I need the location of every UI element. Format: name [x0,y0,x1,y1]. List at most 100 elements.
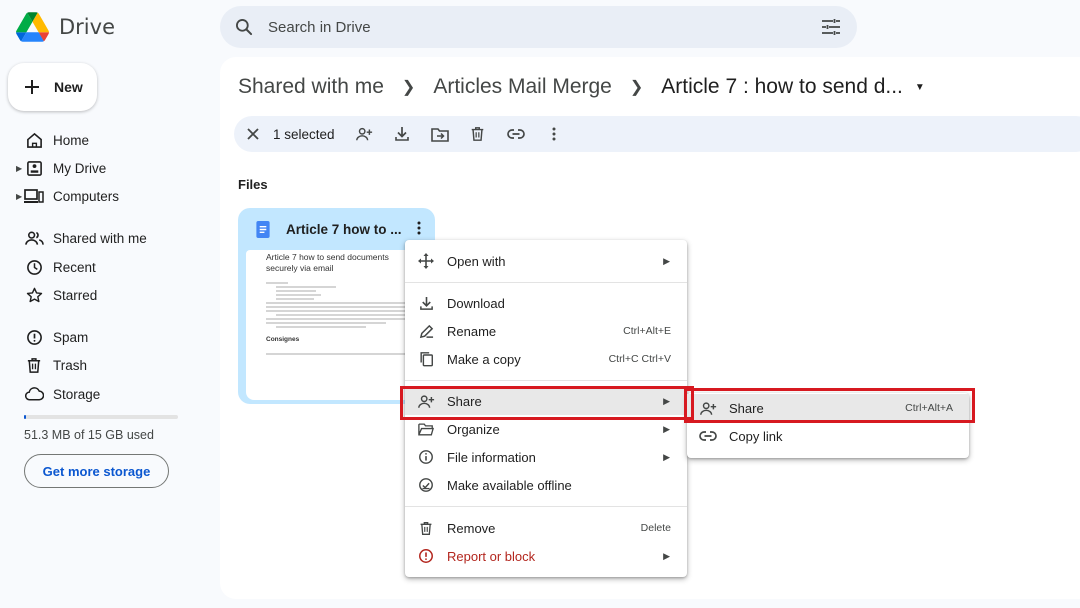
sidebar-item-storage[interactable]: Storage [16,380,100,408]
thumbnail-text-line [266,306,406,308]
sidebar-item-spam[interactable]: Spam [16,323,88,351]
breadcrumb-item[interactable]: Articles Mail Merge [433,75,612,99]
computers-icon [24,188,44,204]
sidebar-item-shared-with-me[interactable]: Shared with me [16,224,147,252]
menu-item-make-a-copy[interactable]: Make a copy Ctrl+C Ctrl+V [405,345,687,373]
chevron-right-icon: ❯ [629,79,644,96]
search-bar[interactable]: Search in Drive [220,6,857,48]
expand-arrow-icon[interactable]: ▶ [16,192,22,201]
dropdown-arrow-icon[interactable]: ▼ [915,82,925,93]
sidebar-item-label: Storage [53,386,101,402]
breadcrumb-item[interactable]: Shared with me [238,75,384,99]
sidebar-item-starred[interactable]: Starred [16,281,97,309]
sidebar-item-my-drive[interactable]: ▶ My Drive [16,154,106,182]
sidebar-item-computers[interactable]: ▶ Computers [16,182,119,210]
sidebar-item-home[interactable]: Home [16,126,89,154]
menu-item-shortcut: Delete [640,522,671,534]
submenu-arrow-icon: ▶ [663,451,670,462]
storage-usage-fill [24,415,26,419]
sidebar-item-label: Computers [53,188,120,204]
drive-logo[interactable]: Drive [16,12,115,42]
menu-item-remove[interactable]: Remove Delete [405,514,687,542]
trash-icon[interactable] [459,126,497,142]
thumbnail-text-line [266,318,414,320]
breadcrumb-current[interactable]: Article 7 : how to send d... [661,75,903,99]
cloud-icon [24,387,44,401]
spam-icon [24,329,44,346]
thumbnail-text-line [276,314,406,316]
my-drive-icon [24,160,44,177]
submenu-arrow-icon: ▶ [663,550,670,561]
menu-item-open-with[interactable]: Open with ▶ [405,247,687,275]
clock-icon [24,259,44,276]
clear-selection-icon[interactable] [246,127,260,141]
thumbnail-text-line [266,353,416,355]
storage-usage-bar [24,415,178,419]
menu-item-report-or-block[interactable]: Report or block ▶ [405,542,687,570]
sidebar-item-label: Recent [53,259,96,275]
submenu-arrow-icon: ▶ [663,423,670,434]
menu-divider [405,506,687,507]
menu-item-label: Copy link [729,428,783,444]
search-icon[interactable] [234,17,254,37]
menu-item-label: Make available offline [447,477,572,493]
folder-open-icon [416,422,436,436]
star-icon [24,287,44,304]
report-icon [416,548,436,564]
thumbnail-text-line [276,298,314,300]
menu-item-make-available-offline[interactable]: Make available offline [405,471,687,499]
download-icon [416,296,436,311]
sidebar-item-label: Starred [53,287,98,303]
menu-item-download[interactable]: Download [405,289,687,317]
search-input[interactable]: Search in Drive [268,19,371,36]
app-name: Drive [59,15,115,39]
search-options-icon[interactable] [821,18,841,36]
menu-item-label: Rename [447,323,497,339]
link-icon[interactable] [497,129,535,139]
storage-usage-text: 51.3 MB of 15 GB used [24,428,154,442]
file-more-actions-icon[interactable] [417,221,421,235]
more-vert-icon[interactable] [535,127,573,141]
sidebar-item-recent[interactable]: Recent [16,253,96,281]
menu-item-label: Make a copy [447,351,521,367]
menu-item-file-information[interactable]: File information ▶ [405,443,687,471]
thumbnail-text-line [266,322,386,324]
sidebar-item-label: My Drive [53,160,107,176]
people-icon [24,230,44,246]
sidebar-item-label: Trash [53,357,88,373]
selection-count: 1 selected [273,126,335,142]
plus-icon [24,79,40,95]
thumbnail-text-line [276,294,321,296]
new-button-label: New [54,79,83,95]
menu-item-label: Report or block [447,548,536,564]
open-with-icon [416,253,436,269]
submenu-item-copy-link[interactable]: Copy link [687,422,969,450]
menu-item-shortcut: Ctrl+C Ctrl+V [608,353,671,365]
menu-item-label: Download [447,295,505,311]
move-to-folder-icon[interactable] [421,127,459,142]
get-more-storage-button[interactable]: Get more storage [24,454,169,488]
expand-arrow-icon[interactable]: ▶ [16,164,22,173]
share-person-icon[interactable] [345,126,383,142]
menu-item-label: File information [447,449,536,465]
pencil-icon [416,324,436,339]
copy-icon [416,351,436,367]
thumbnail-text-line [266,310,411,312]
drive-logo-icon [16,12,49,42]
thumbnail-text-line [276,326,366,328]
menu-divider [405,282,687,283]
thumbnail-text-line [276,290,316,292]
menu-divider [405,380,687,381]
menu-item-rename[interactable]: Rename Ctrl+Alt+E [405,317,687,345]
annotation-highlight-submenu-share [684,388,975,423]
file-card-title: Article 7 how to ... [286,221,402,237]
home-icon [24,132,44,149]
sidebar-item-trash[interactable]: Trash [16,351,87,379]
new-button[interactable]: New [8,63,97,111]
menu-item-shortcut: Ctrl+Alt+E [623,325,671,337]
download-icon[interactable] [383,126,421,142]
link-icon [698,431,718,441]
selection-toolbar: 1 selected [234,116,1080,152]
google-docs-icon [256,220,270,238]
submenu-arrow-icon: ▶ [663,255,670,266]
